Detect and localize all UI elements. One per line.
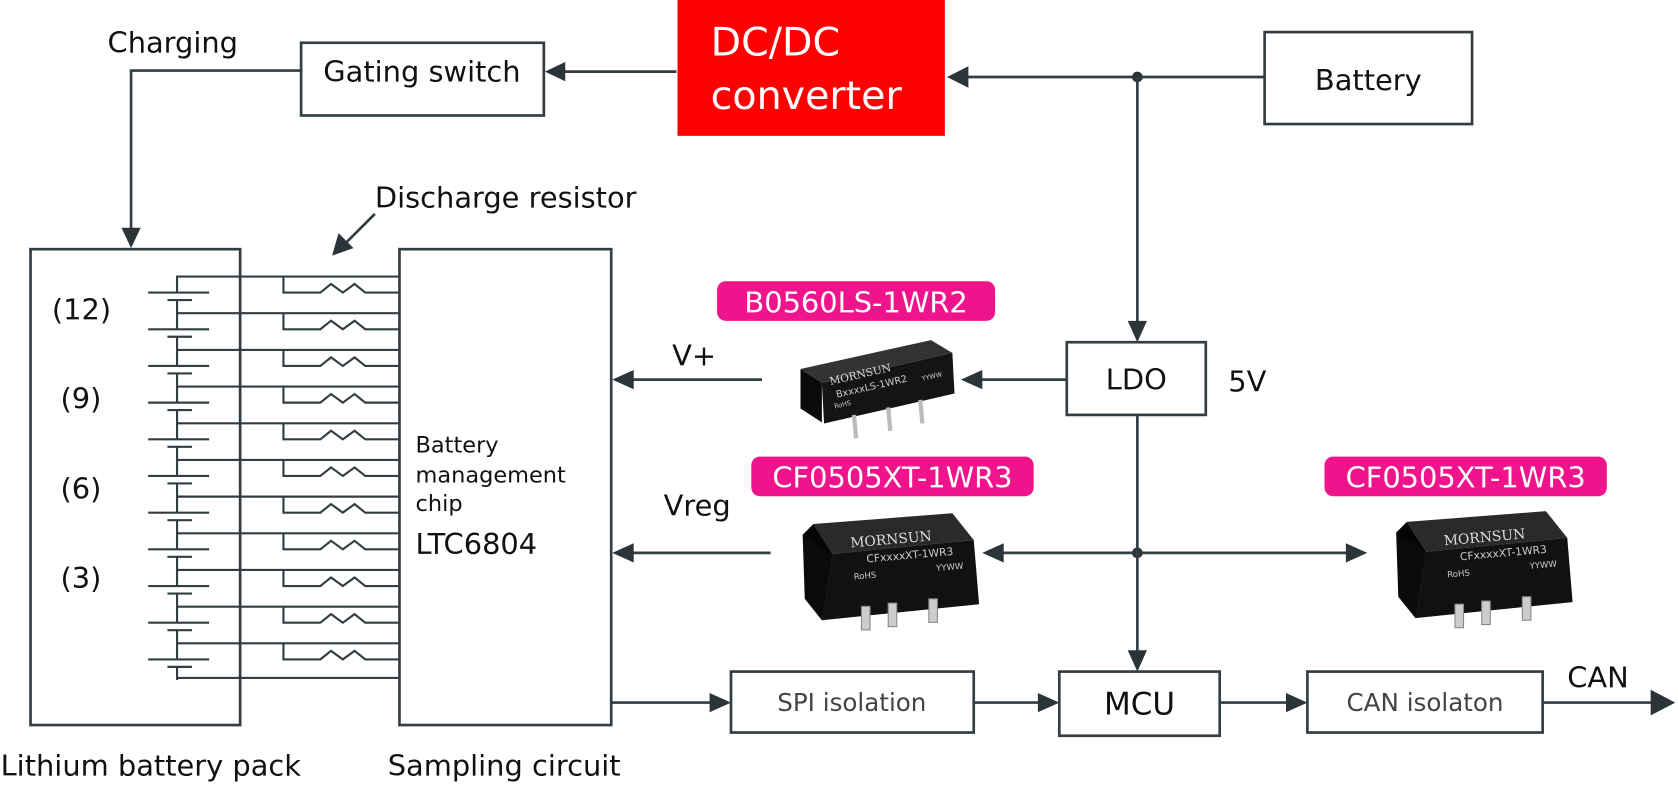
discharge-resistor bbox=[282, 459, 400, 478]
chip-model-label: LTC6804 bbox=[416, 527, 538, 561]
module-cf0505xt-left-image: MORNSUNCFxxxxXT-1WR3RoHSYYWW bbox=[802, 513, 980, 631]
chip-label-line3: chip bbox=[416, 491, 463, 517]
can-isolation-label: CAN isolaton bbox=[1347, 688, 1504, 717]
chip-label-line1: Battery bbox=[416, 432, 499, 458]
discharge-resistor bbox=[282, 386, 400, 404]
vreg-label: Vreg bbox=[664, 488, 731, 522]
arrow-head bbox=[709, 692, 731, 713]
discharge-resistor bbox=[282, 569, 400, 588]
arrow-head bbox=[121, 227, 141, 249]
arrow-head bbox=[1650, 689, 1676, 716]
arrow-head bbox=[947, 66, 969, 88]
module-b0560ls-image: MORNSUN BxxxxLS-1WR2 RoHS YYWW bbox=[800, 340, 955, 439]
arrow-head bbox=[1286, 692, 1308, 713]
mcu-label: MCU bbox=[1104, 686, 1175, 722]
arrow-head bbox=[960, 370, 983, 390]
discharge-resistor bbox=[282, 606, 400, 625]
arrow-head bbox=[544, 62, 566, 82]
module-pin bbox=[1481, 600, 1491, 626]
charging-wire bbox=[129, 69, 302, 230]
module-rohs: RoHS bbox=[853, 571, 876, 583]
cell-label-3: (3) bbox=[60, 561, 101, 595]
gating-switch-label: Gating switch bbox=[323, 54, 520, 88]
dcdc-label-line2: converter bbox=[711, 73, 903, 119]
arrow-head bbox=[1037, 692, 1060, 713]
module-pin bbox=[887, 602, 898, 628]
discharge-resistor-label: Discharge resistor bbox=[375, 180, 637, 214]
module-rohs: RoHS bbox=[1447, 569, 1470, 581]
cell-label-9: (9) bbox=[60, 382, 101, 416]
battery-label: Battery bbox=[1315, 63, 1422, 97]
module-pin bbox=[928, 598, 938, 623]
sampling-circuit-label: Sampling circuit bbox=[388, 748, 621, 782]
arrow-head bbox=[1345, 543, 1368, 563]
module-pin bbox=[860, 605, 871, 631]
module-pin bbox=[1454, 603, 1465, 629]
chip-label-line2: management bbox=[416, 462, 567, 488]
cell-label-6: (6) bbox=[60, 471, 101, 505]
discharge-resistor bbox=[282, 423, 400, 441]
discharge-resistor bbox=[282, 496, 400, 514]
can-label: CAN bbox=[1567, 661, 1628, 695]
dcdc-label-line1: DC/DC bbox=[711, 20, 840, 66]
discharge-resistor bbox=[282, 276, 400, 294]
product-label-cf0505xt-left: CF0505XT-1WR3 bbox=[772, 461, 1012, 495]
discharge-resistor bbox=[282, 533, 400, 551]
arrow-head bbox=[612, 370, 634, 390]
discharge-resistor bbox=[282, 349, 400, 368]
module-pin bbox=[1521, 596, 1532, 621]
discharge-resistor bbox=[282, 643, 400, 661]
arrow-head bbox=[1127, 320, 1147, 343]
spi-isolation-label: SPI isolation bbox=[777, 688, 926, 717]
arrow-head bbox=[612, 543, 634, 563]
vplus-label: V+ bbox=[672, 339, 716, 373]
lithium-battery-pack-label: Lithium battery pack bbox=[1, 748, 302, 782]
arrow-head bbox=[332, 233, 354, 256]
module-cf0505xt-right-image: MORNSUNCFxxxxXT-1WR3RoHSYYWW bbox=[1396, 511, 1573, 629]
arrow-head bbox=[1127, 650, 1147, 672]
arrow-head bbox=[982, 543, 1004, 563]
discharge-pointer bbox=[343, 212, 376, 245]
product-label-cf0505xt-right: CF0505XT-1WR3 bbox=[1346, 461, 1586, 495]
product-label-b0560ls: B0560LS-1WR2 bbox=[744, 285, 967, 319]
ldo-label: LDO bbox=[1106, 362, 1167, 396]
bms-block-diagram: Charging Gating switch DC/DC converter B… bbox=[1, 0, 1676, 782]
cell-label-12: (12) bbox=[52, 293, 111, 327]
discharge-resistor bbox=[282, 313, 400, 331]
five-v-label: 5V bbox=[1228, 364, 1266, 398]
charging-label: Charging bbox=[108, 25, 238, 59]
